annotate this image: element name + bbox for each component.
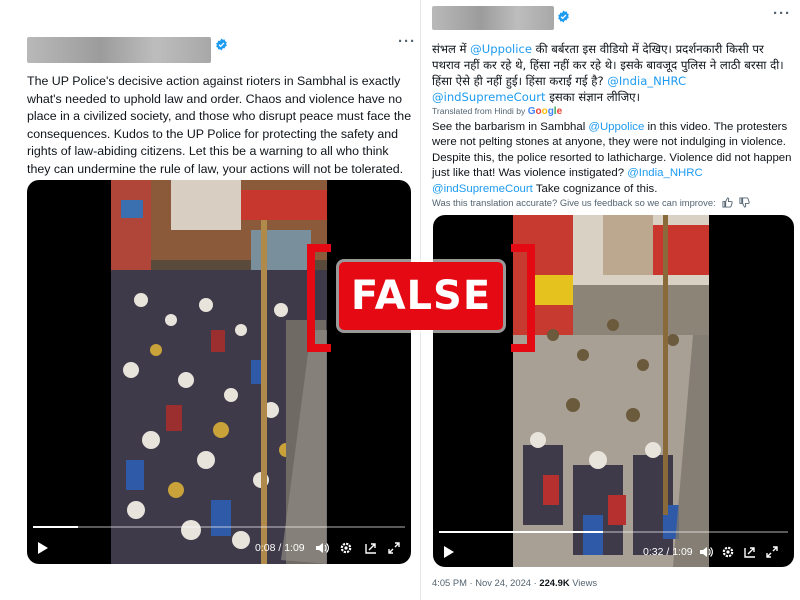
- false-stamp: FALSE: [307, 236, 535, 360]
- more-options-icon[interactable]: ···: [398, 33, 416, 50]
- redacted-username: [432, 6, 554, 30]
- redacted-username: [27, 37, 211, 63]
- video-progress-bar[interactable]: [33, 526, 405, 528]
- video-time: 0:32 / 1:09: [643, 546, 693, 558]
- more-options-icon[interactable]: ···: [773, 5, 791, 22]
- fullscreen-icon[interactable]: [765, 545, 779, 559]
- volume-icon[interactable]: [699, 545, 713, 559]
- mention-uppolice[interactable]: @Uppolice: [470, 42, 532, 56]
- tweet-text-hindi: संभल में @Uppolice की बर्बरता इस वीडियो …: [432, 42, 784, 104]
- video-time: 0:08 / 1:09: [255, 542, 305, 554]
- translated-from-hindi: Translated from Hindi by Google: [432, 106, 563, 117]
- video-progress-fill: [33, 526, 78, 528]
- thumbs-down-icon[interactable]: [739, 197, 750, 208]
- stamp-bracket-left: [307, 244, 331, 352]
- play-icon[interactable]: [443, 546, 454, 558]
- mention-india-nhrc[interactable]: @India_NHRC: [607, 74, 686, 88]
- tweet-text-translation: See the barbarism in Sambhal @Uppolice i…: [432, 121, 792, 195]
- dock-video-icon[interactable]: [743, 545, 757, 559]
- mention-ind-supreme-court[interactable]: @indSupremeCourt: [432, 183, 533, 195]
- google-letter: e: [556, 106, 563, 117]
- google-logo: Google: [528, 106, 562, 117]
- tweet-meta: 4:05 PM · Nov 24, 2024 · 224.9K Views: [432, 577, 598, 588]
- settings-gear-icon[interactable]: [339, 541, 353, 555]
- mention-uppolice[interactable]: @Uppolice: [588, 121, 644, 133]
- thumbs-up-icon[interactable]: [722, 197, 733, 208]
- fullscreen-icon[interactable]: [387, 541, 401, 555]
- police-crowd-scene-image: [513, 215, 709, 567]
- false-label: FALSE: [339, 262, 503, 330]
- verified-badge-icon: [216, 38, 227, 51]
- translation-feedback: Was this translation accurate? Give us f…: [432, 197, 750, 208]
- video-progress-fill: [439, 531, 604, 533]
- volume-icon[interactable]: [315, 541, 329, 555]
- dock-video-icon[interactable]: [364, 541, 378, 555]
- play-icon[interactable]: [37, 542, 48, 554]
- tweet-text: The UP Police's decisive action against …: [27, 74, 412, 176]
- mention-india-nhrc[interactable]: @India_NHRC: [627, 167, 703, 179]
- view-count: 224.9K: [539, 577, 570, 588]
- crowd-scene-image: [111, 180, 327, 564]
- video-progress-bar[interactable]: [439, 531, 788, 533]
- video-frame: [111, 180, 327, 564]
- verified-badge-icon: [558, 10, 569, 23]
- video-frame: [513, 215, 709, 567]
- mention-ind-supreme-court[interactable]: @indSupremeCourt: [432, 90, 546, 104]
- settings-gear-icon[interactable]: [721, 545, 735, 559]
- stamp-bracket-right: [511, 244, 535, 352]
